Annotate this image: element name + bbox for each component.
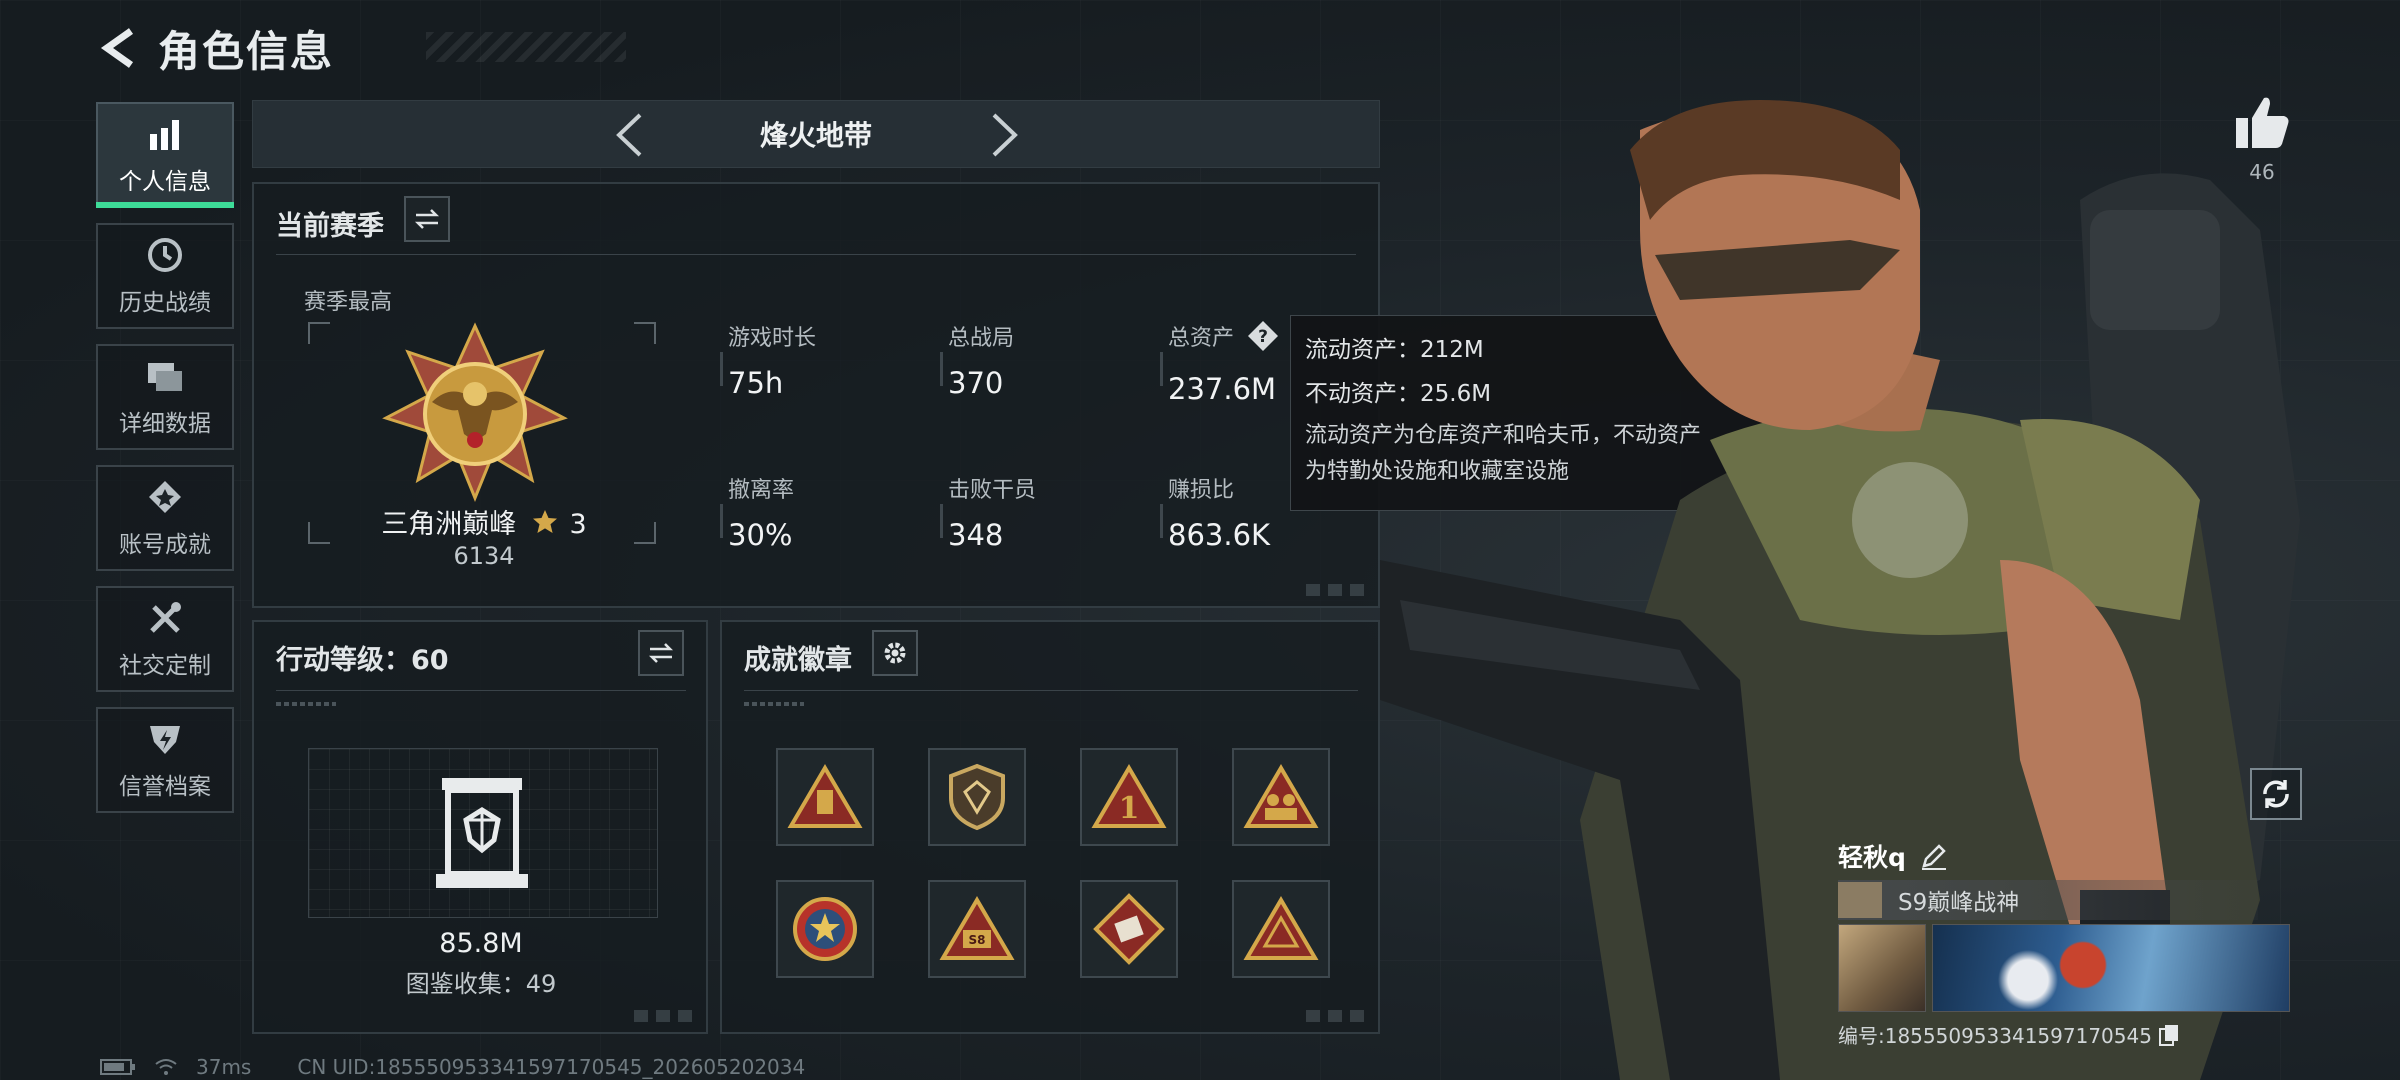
player-title: S9巅峰战神 [1898,890,2020,916]
player-title-row[interactable]: S9巅峰战神 [1838,880,2258,920]
operation-level-title: 行动等级：60 [276,645,449,676]
svg-text:S8: S8 [969,933,986,947]
player-banner[interactable] [1932,924,2290,1012]
codex-value: 85.8M [439,928,523,959]
wifi-icon [154,1058,178,1076]
sidebar-item-detailed-data[interactable]: 详细数据 [96,344,234,450]
prev-mode-arrow-icon[interactable] [605,111,653,159]
swap-icon [414,209,440,229]
season-switch-button[interactable] [404,196,450,242]
stat-total-matches: 总战局 370 [940,320,1014,400]
sidebar-item-credit-record[interactable]: 信誉档案 [96,707,234,813]
page-title: 角色信息 [158,26,335,76]
ping-text: 37ms [196,1055,252,1079]
gear-icon [884,642,906,664]
player-id: 编号:185550953341597170545 [1838,1024,2152,1048]
rank-name-row: 三角洲巅峰 3 [254,502,714,543]
codex-case-icon [432,776,532,892]
star-medal-icon [793,897,857,961]
title-decoration [426,32,626,62]
sidebar-item-label: 信誉档案 [119,774,211,800]
uid-text: CN UID:185550953341597170545_20260520203… [297,1055,806,1079]
status-bar: 37ms CN UID:185550953341597170545_202605… [100,1054,823,1080]
history-icon [146,235,184,275]
battery-icon [100,1059,136,1075]
stat-play-time: 游戏时长 75h [720,320,816,400]
achievement-badge[interactable]: 1 [1080,748,1178,846]
back-arrow-icon[interactable] [96,25,142,71]
achievements-title: 成就徽章 [744,645,852,676]
folder-icon [146,356,184,396]
player-name: 轻秋q [1838,843,1906,872]
achievement-badge[interactable] [1080,880,1178,978]
sidebar-item-label: 个人信息 [119,169,211,195]
achievement-settings-button[interactable] [872,630,918,676]
edit-name-icon[interactable] [1920,842,1948,870]
svg-text:?: ? [1258,327,1268,347]
mode-selector: 烽火地带 [252,100,1380,168]
s8-badge-icon: S8 [939,896,1015,960]
rank-name: 三角洲巅峰 [381,509,517,540]
rank-star-count: 3 [569,509,587,540]
mode-title: 烽火地带 [759,119,872,152]
season-best-label: 赛季最高 [304,290,393,315]
achievement-badge[interactable] [1232,880,1330,978]
shield-badge-icon [949,763,1005,831]
bar-chart-icon [147,114,183,154]
achievement-badge[interactable] [776,748,874,846]
sidebar-item-social-custom[interactable]: 社交定制 [96,586,234,692]
rank-emblem-icon [382,322,568,502]
swap-icon [648,643,674,663]
thumbs-up-icon[interactable] [2232,92,2292,152]
rank-score: 6134 [453,542,515,570]
page-header: 角色信息 [96,18,626,78]
achievement-badge[interactable] [928,748,1026,846]
achievement-badge[interactable] [776,880,874,978]
sidebar-item-history[interactable]: 历史战绩 [96,223,234,329]
player-card: 轻秋q S9巅峰战神 编号:185550953341597170545 [1838,834,2298,1049]
total-assets-label: 总资产 [1168,326,1235,351]
season-panel: 当前赛季 赛季最高 三角洲巅峰 3 6134 游戏时长 75h 总战局 370 … [252,182,1380,608]
svg-text:1: 1 [1119,791,1140,826]
diamond-badge-icon [1093,893,1165,965]
achievement-icon [146,477,184,517]
pyramid-badge-icon [1243,896,1319,960]
season-title: 当前赛季 [276,211,384,242]
triangle-badge-icon [787,764,863,828]
stat-profit-loss-ratio: 赚损比 863.6K [1160,472,1270,552]
operation-level-panel: 行动等级：60 85.8M 图鉴收集：49 [252,620,708,1034]
tools-icon [146,598,184,638]
sidebar-item-label: 详细数据 [119,411,211,437]
level-switch-button[interactable] [638,630,684,676]
sidebar-item-label: 账号成就 [119,532,211,558]
stat-total-assets: 总资产 ? 237.6M [1160,320,1279,406]
like-count: 46 [2249,160,2275,184]
player-avatar[interactable] [1838,924,1926,1012]
copy-icon[interactable] [2158,1023,2180,1047]
help-icon[interactable]: ? [1247,320,1279,358]
achievement-badge[interactable]: S8 [928,880,1026,978]
sidebar-item-label: 社交定制 [119,653,211,679]
stat-operators-defeated: 击败干员 348 [940,472,1036,552]
sidebar-item-personal-info[interactable]: 个人信息 [96,102,234,208]
sidebar-item-achievements[interactable]: 账号成就 [96,465,234,571]
achievement-badges-panel: 成就徽章 1 S8 [720,620,1380,1034]
title-badge-icon [1838,882,1882,918]
sidebar: 个人信息 历史战绩 详细数据 账号成就 社交定制 信誉档案 [96,102,234,828]
rank-star-icon [531,508,559,543]
refresh-icon [2263,780,2289,808]
season-divider [276,254,1356,255]
rank-one-badge-icon: 1 [1091,764,1167,828]
next-mode-arrow-icon[interactable] [981,111,1029,159]
rotate-model-button[interactable] [2250,768,2302,820]
stat-extraction-rate: 撤离率 30% [720,472,794,552]
codex-count: 图鉴收集：49 [405,970,557,998]
credit-icon [146,719,184,759]
squad-badge-icon [1243,764,1319,828]
achievement-badge[interactable] [1232,748,1330,846]
sidebar-item-label: 历史战绩 [119,290,211,316]
